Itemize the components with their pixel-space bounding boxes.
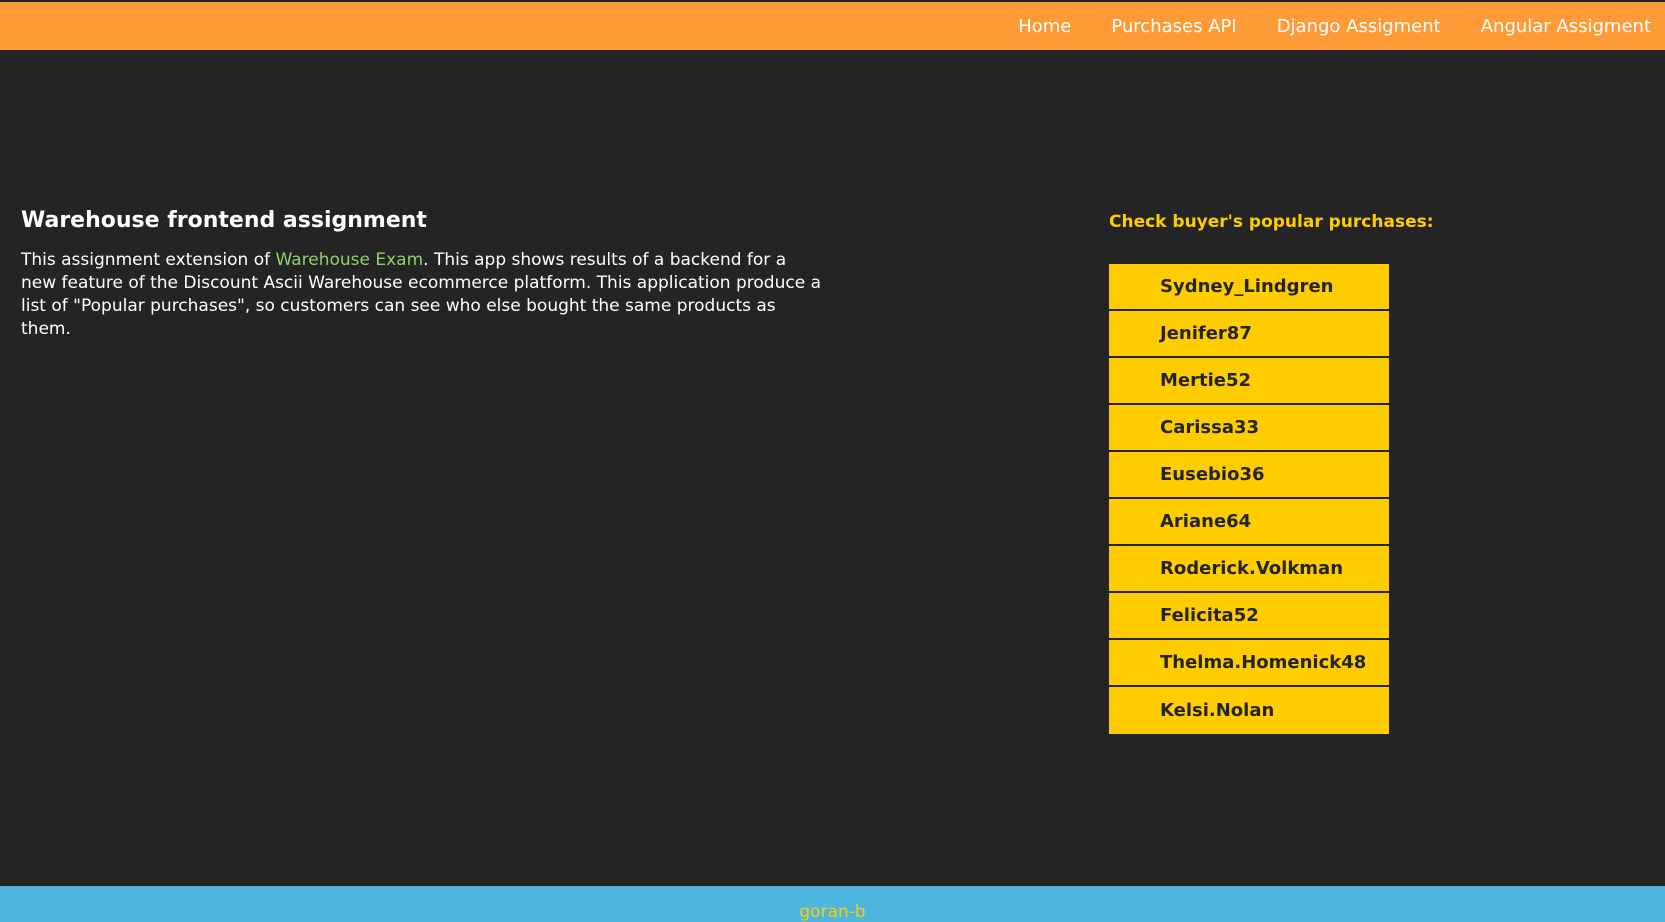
buyer-list: Sydney_Lindgren Jenifer87 Mertie52 Caris… — [1109, 264, 1389, 734]
buyer-item[interactable]: Ariane64 — [1109, 499, 1389, 546]
top-navbar: Home Purchases API Django Assigment Angu… — [0, 0, 1665, 50]
intro-section: Warehouse frontend assignment This assig… — [21, 208, 821, 341]
buyer-item[interactable]: Carissa33 — [1109, 405, 1389, 452]
buyer-item[interactable]: Mertie52 — [1109, 358, 1389, 405]
nav-angular-assignment-link[interactable]: Angular Assigment — [1481, 16, 1651, 37]
buyer-item[interactable]: Felicita52 — [1109, 593, 1389, 640]
footer-author-link[interactable]: goran-b — [799, 902, 865, 922]
buyer-item[interactable]: Roderick.Volkman — [1109, 546, 1389, 593]
nav-purchases-api-link[interactable]: Purchases API — [1111, 16, 1236, 37]
buyer-item[interactable]: Kelsi.Nolan — [1109, 687, 1389, 734]
buyer-item[interactable]: Thelma.Homenick48 — [1109, 640, 1389, 687]
buyer-item[interactable]: Sydney_Lindgren — [1109, 264, 1389, 311]
warehouse-exam-link[interactable]: Warehouse Exam — [276, 250, 424, 270]
intro-text-start: This assignment extension of — [21, 250, 276, 270]
buyers-heading: Check buyer's popular purchases: — [1109, 212, 1434, 232]
buyer-item[interactable]: Eusebio36 — [1109, 452, 1389, 499]
nav-links: Home Purchases API Django Assigment Angu… — [978, 2, 1651, 50]
nav-home-link[interactable]: Home — [1018, 16, 1071, 37]
footer: goran-b — [0, 886, 1665, 922]
buyers-panel: Check buyer's popular purchases: Sydney_… — [1109, 212, 1434, 734]
intro-paragraph: This assignment extension of Warehouse E… — [21, 249, 821, 341]
buyer-item[interactable]: Jenifer87 — [1109, 311, 1389, 358]
nav-django-assignment-link[interactable]: Django Assigment — [1277, 16, 1441, 37]
page-title: Warehouse frontend assignment — [21, 208, 427, 233]
